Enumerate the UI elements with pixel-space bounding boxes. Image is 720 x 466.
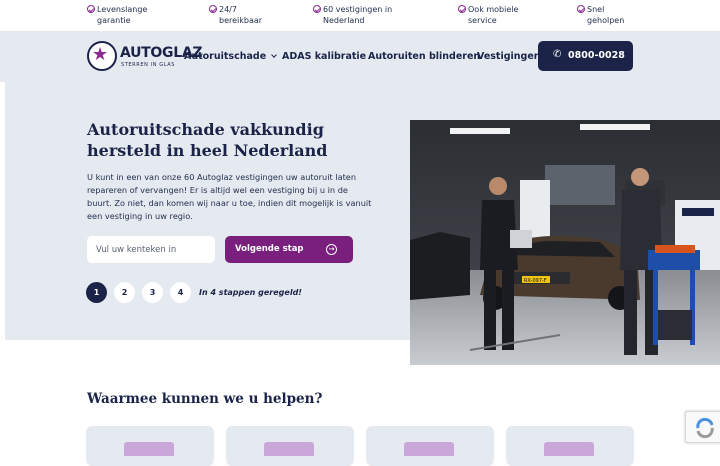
recaptcha-badge[interactable]: [685, 411, 720, 443]
usp-label: 60 vestigingen in: [323, 5, 393, 14]
logo[interactable]: ★ AUTOGLAZ STERREN IN GLAS: [87, 41, 203, 73]
service-card[interactable]: [506, 426, 634, 466]
check-circle-icon: [577, 5, 585, 13]
nav-item-autoruitschade[interactable]: Autoruitschade: [184, 51, 277, 62]
car-window-icon: [404, 442, 454, 456]
service-card[interactable]: [86, 426, 214, 466]
star-icon: ★: [92, 44, 109, 65]
service-card[interactable]: [226, 426, 354, 466]
services-title: Waarmee kunnen we u helpen?: [87, 391, 323, 407]
usp-item: 60 vestigingen in Nederland: [313, 5, 392, 26]
usp-label: Ook mobiele: [468, 5, 519, 14]
car-window-icon: [264, 442, 314, 456]
usp-label-2: Nederland: [323, 15, 365, 25]
phone-icon: ✆: [553, 49, 562, 60]
logo-badge: ★: [87, 41, 117, 71]
step-4[interactable]: 4: [170, 282, 191, 303]
next-step-label: Volgende stap: [235, 244, 304, 254]
usp-item: Levenslange garantie: [87, 5, 147, 26]
usp-item: Ook mobiele service: [458, 5, 518, 26]
usp-item: Snel geholpen: [577, 5, 624, 26]
step-1[interactable]: 1: [86, 282, 107, 303]
nav-item-autoruiten-blinderen[interactable]: Autoruiten blinderen: [368, 51, 480, 62]
usp-bar: Levenslange garantie 24/7 bereikbaar 60 …: [0, 0, 720, 31]
step-3[interactable]: 3: [142, 282, 163, 303]
car-window-icon: [544, 442, 594, 456]
nav-label: ADAS kalibratie: [282, 51, 367, 62]
usp-label: Levenslange: [97, 5, 148, 14]
car-window-icon: [124, 442, 174, 456]
usp-item: 24/7 bereikbaar: [209, 5, 262, 26]
logo-tagline: STERREN IN GLAS: [121, 62, 175, 68]
hero-text: U kunt in een van onze 60 Autoglaz vesti…: [87, 172, 372, 221]
usp-label-2: geholpen: [587, 15, 625, 25]
service-card[interactable]: [366, 426, 494, 466]
usp-label: 24/7: [219, 5, 237, 14]
check-circle-icon: [458, 5, 466, 13]
check-circle-icon: [313, 5, 321, 13]
workshop-illustration: RX-097-F: [410, 120, 720, 365]
nav-item-vestigingen[interactable]: Vestigingen: [477, 51, 541, 62]
check-circle-icon: [87, 5, 95, 13]
license-plate-text: RX-097-F: [524, 278, 547, 284]
site-header: ★ AUTOGLAZ STERREN IN GLAS Autoruitschad…: [0, 31, 720, 82]
usp-label-2: bereikbaar: [219, 15, 263, 25]
hero-photo: RX-097-F: [410, 120, 720, 365]
arrow-right-circle-icon: →: [326, 244, 337, 255]
steps-note: In 4 stappen geregeld!: [199, 288, 302, 297]
license-plate-input[interactable]: [87, 236, 215, 263]
recaptcha-icon: [696, 417, 714, 439]
usp-label-2: garantie: [97, 15, 131, 25]
phone-button[interactable]: ✆ 0800-0028: [538, 41, 633, 71]
nav-item-adas-kalibratie[interactable]: ADAS kalibratie: [282, 51, 366, 62]
chevron-down-icon: [271, 52, 277, 58]
step-2[interactable]: 2: [114, 282, 135, 303]
hero-title: Autoruitschade vakkundig hersteld in hee…: [87, 120, 328, 160]
nav-label: Vestigingen: [477, 51, 541, 62]
check-circle-icon: [209, 5, 217, 13]
nav-label: Autoruiten blinderen: [368, 51, 481, 62]
phone-number: 0800-0028: [568, 50, 625, 61]
next-step-button[interactable]: Volgende stap →: [225, 236, 353, 263]
usp-label-2: service: [468, 15, 497, 25]
nav-label: Autoruitschade: [184, 51, 267, 62]
